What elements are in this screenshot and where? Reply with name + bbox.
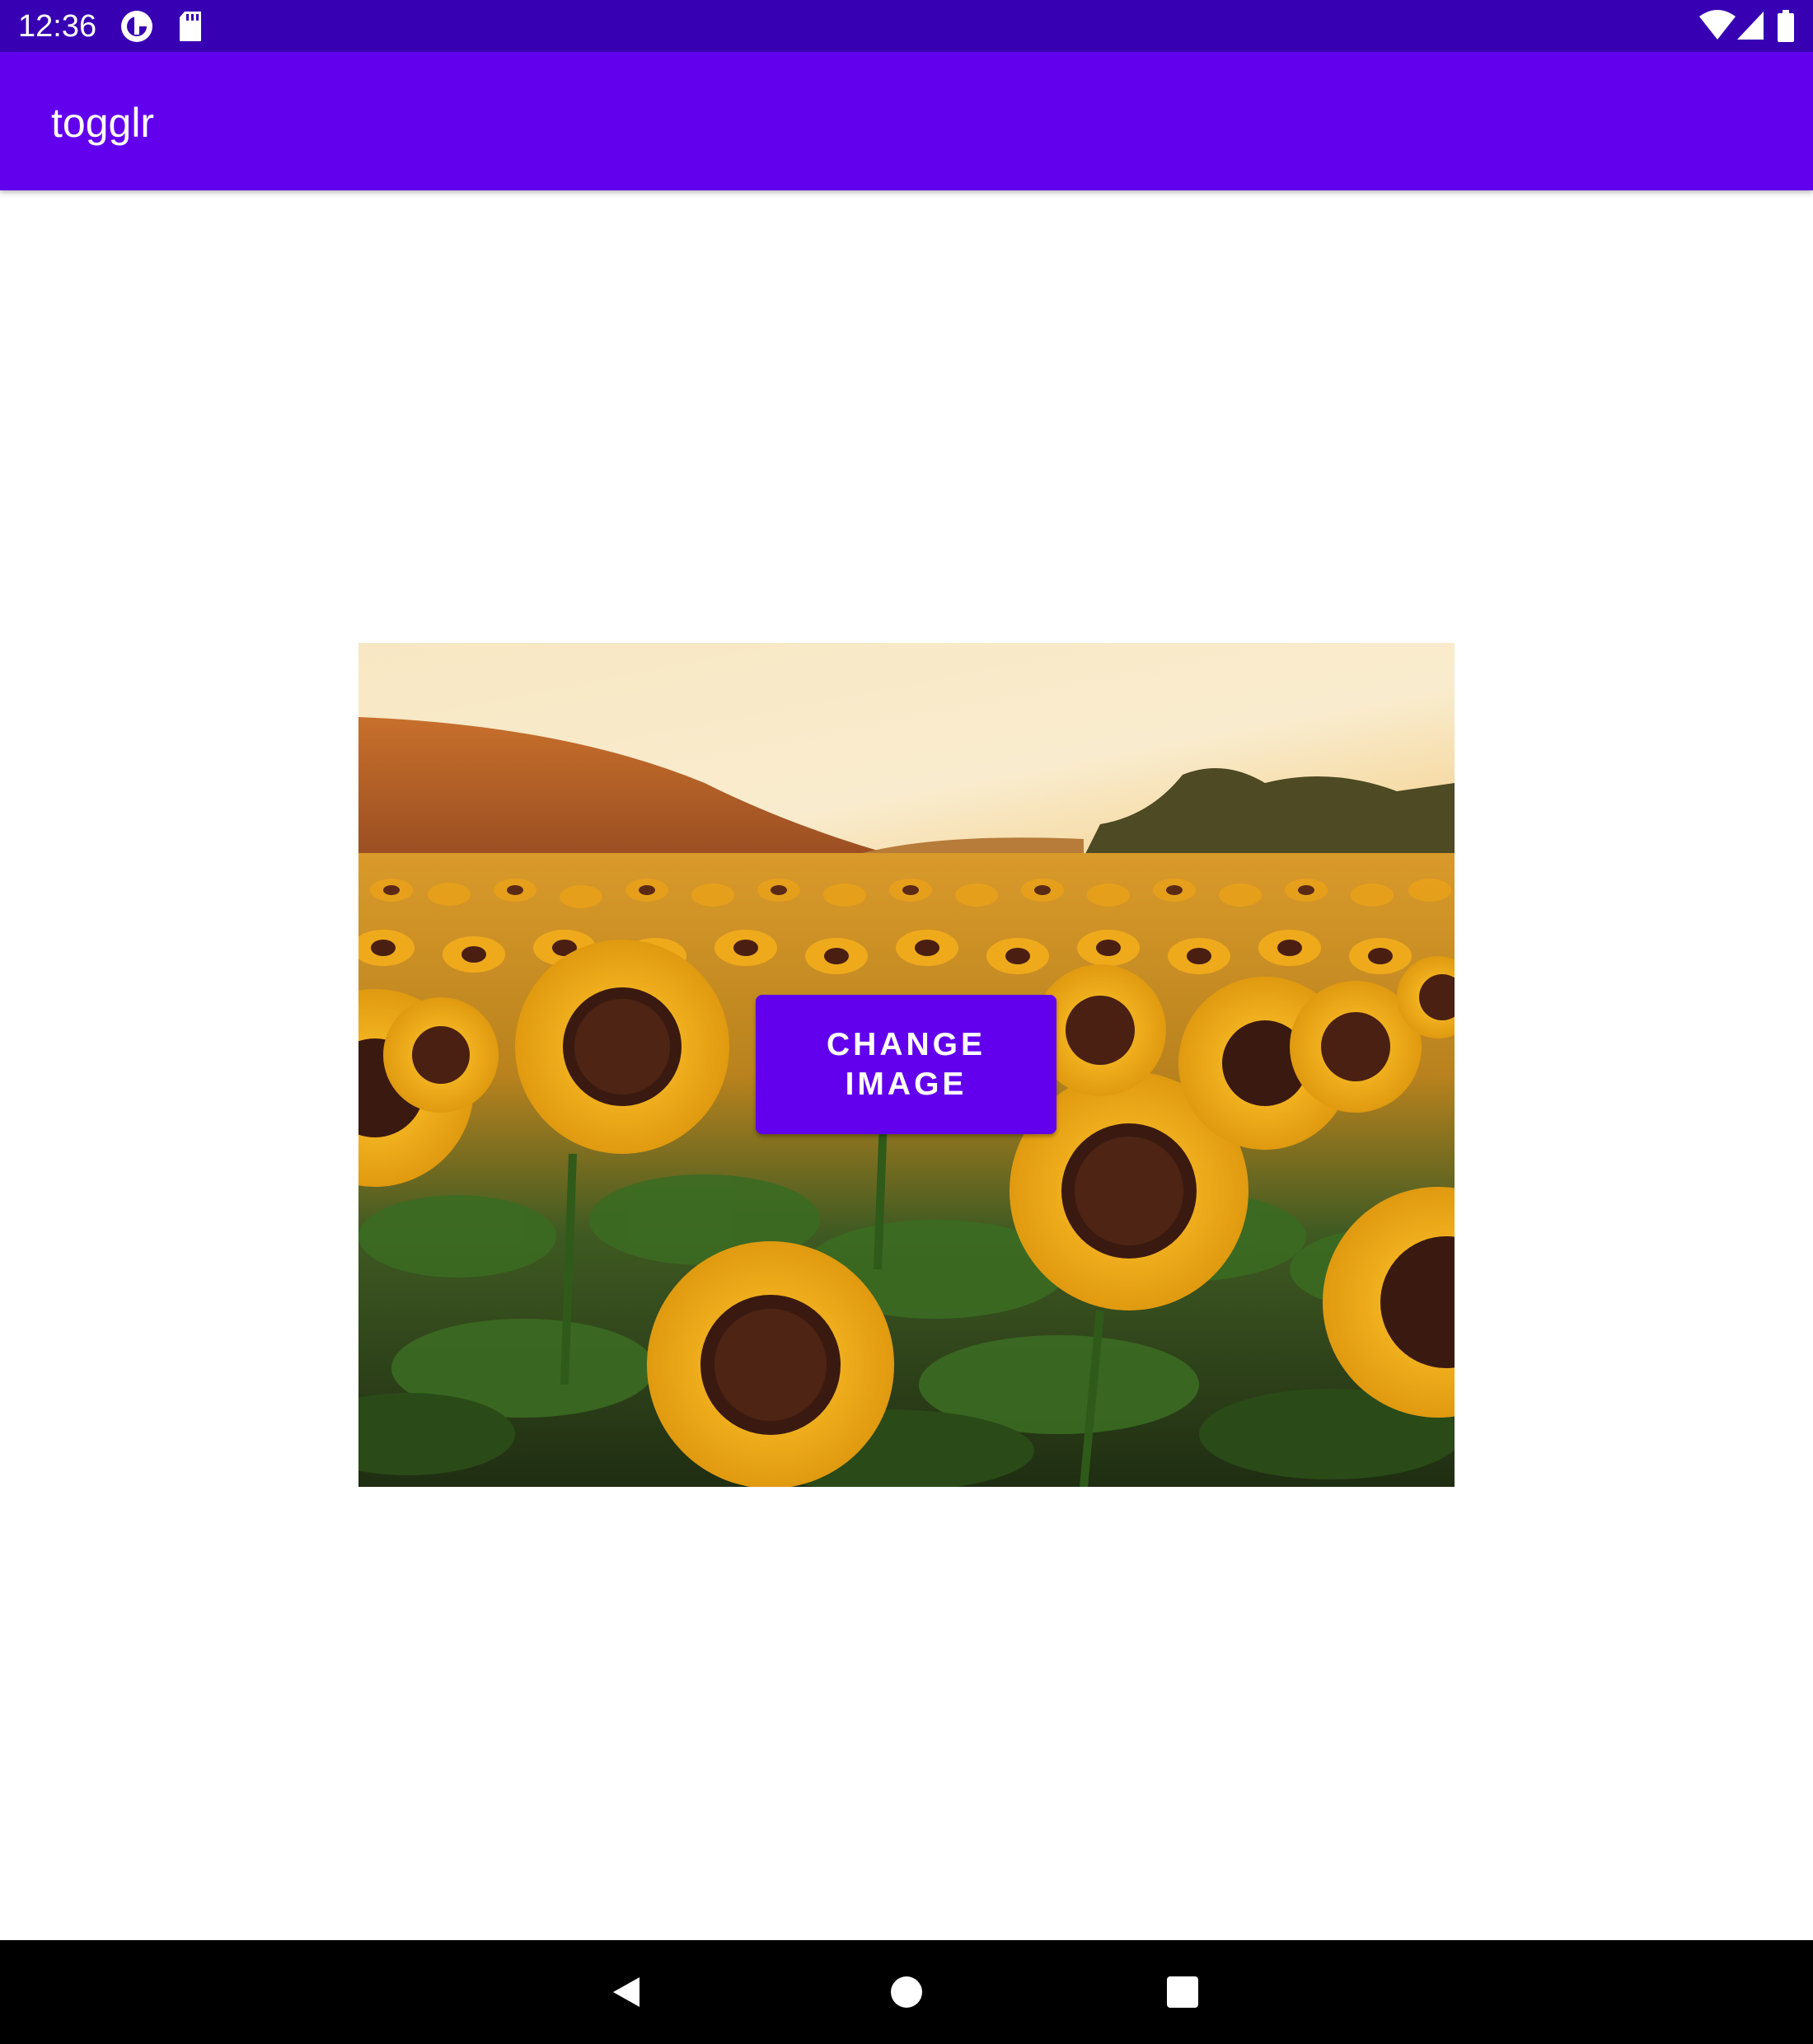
home-icon[interactable]: [878, 1963, 935, 2021]
app-title: togglr: [51, 100, 155, 146]
sd-card-icon: [178, 10, 203, 43]
data-saver-icon: [120, 10, 153, 43]
battery-icon: [1777, 10, 1795, 43]
status-time: 12:36: [18, 9, 97, 44]
status-bar: 12:36: [0, 0, 1813, 52]
app-bar: togglr: [0, 52, 1813, 190]
back-icon[interactable]: [597, 1963, 655, 2021]
recents-icon[interactable]: [1154, 1963, 1211, 2021]
navigation-bar: [0, 1940, 1813, 2044]
change-image-button[interactable]: CHANGE IMAGE: [756, 995, 1056, 1134]
wifi-icon: [1699, 10, 1736, 43]
screen: 12:36 togglr CHANGE IMAGE: [0, 0, 1813, 2044]
cell-signal-icon: [1736, 10, 1765, 43]
